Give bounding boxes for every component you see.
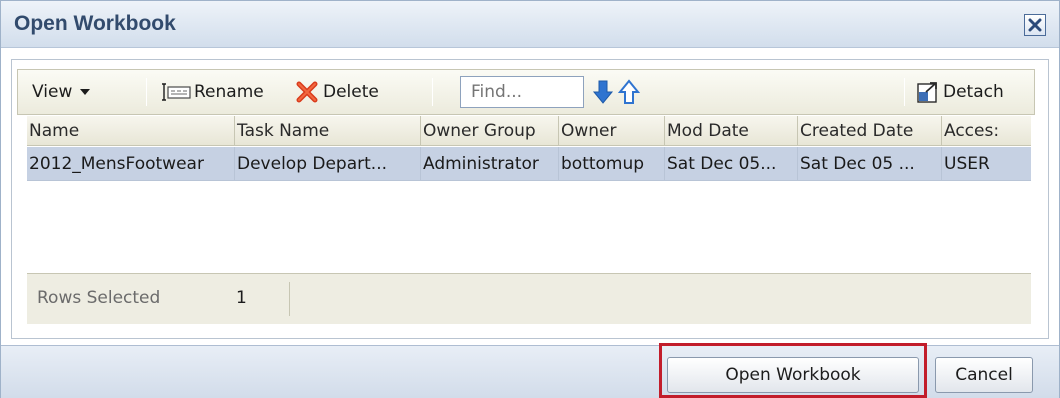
status-separator	[289, 282, 290, 316]
table-header: Name Task Name Owner Group Owner Mod Dat…	[27, 116, 1031, 146]
column-header-name[interactable]: Name	[27, 116, 235, 145]
dropdown-arrow-icon	[80, 89, 91, 95]
dialog-title: Open Workbook	[14, 12, 176, 35]
rename-icon	[162, 83, 191, 101]
cell-access: USER	[944, 153, 990, 174]
view-menu-label: View	[32, 82, 73, 102]
arrow-down-icon	[592, 80, 614, 104]
column-header-task-name[interactable]: Task Name	[235, 116, 421, 145]
arrow-up-icon	[618, 79, 640, 104]
dialog-titlebar: Open Workbook	[1, 1, 1059, 48]
open-workbook-dialog: Open Workbook View Rename Delete Detach …	[0, 0, 1060, 398]
rename-button[interactable]: Rename	[162, 70, 264, 114]
find-previous-button[interactable]	[618, 70, 640, 114]
cancel-button[interactable]: Cancel	[935, 357, 1033, 393]
rows-selected-label: Rows Selected	[37, 288, 161, 308]
close-icon	[1028, 18, 1042, 32]
cell-created-date: Sat Dec 05 ...	[798, 147, 942, 180]
toolbar-separator	[146, 78, 147, 106]
find-input[interactable]	[460, 76, 584, 108]
toolbar-separator	[904, 78, 905, 106]
table-status-bar: Rows Selected 1	[27, 273, 1031, 324]
table-empty-area	[27, 182, 1031, 272]
cell-owner-group: Administrator	[421, 147, 559, 180]
open-button-highlight	[659, 343, 927, 398]
column-header-mod-date[interactable]: Mod Date	[665, 116, 798, 145]
table-row[interactable]: 2012_MensFootwear Develop Depart... Admi…	[27, 147, 1031, 181]
cancel-label: Cancel	[955, 365, 1013, 385]
delete-label: Delete	[323, 82, 379, 102]
detach-icon	[917, 82, 937, 103]
cell-mod-date: Sat Dec 05...	[665, 147, 798, 180]
column-header-access[interactable]: Acces:	[942, 116, 1031, 145]
cell-task-name: Develop Depart...	[235, 147, 421, 180]
delete-button[interactable]: Delete	[295, 70, 379, 114]
rows-selected-count: 1	[236, 288, 247, 308]
cell-name: 2012_MensFootwear	[27, 147, 235, 180]
toolbar-separator	[432, 78, 433, 106]
view-menu-button[interactable]: View	[32, 70, 92, 114]
column-header-created-date[interactable]: Created Date	[798, 116, 942, 145]
close-button[interactable]	[1024, 14, 1046, 36]
detach-label: Detach	[943, 82, 1004, 102]
column-header-owner[interactable]: Owner	[559, 116, 665, 145]
rename-label: Rename	[194, 82, 264, 102]
delete-icon	[296, 81, 318, 103]
column-header-owner-group[interactable]: Owner Group	[421, 116, 559, 145]
find-next-button[interactable]	[592, 70, 614, 114]
detach-button[interactable]: Detach	[916, 70, 1004, 114]
cell-owner: bottomup	[559, 147, 665, 180]
